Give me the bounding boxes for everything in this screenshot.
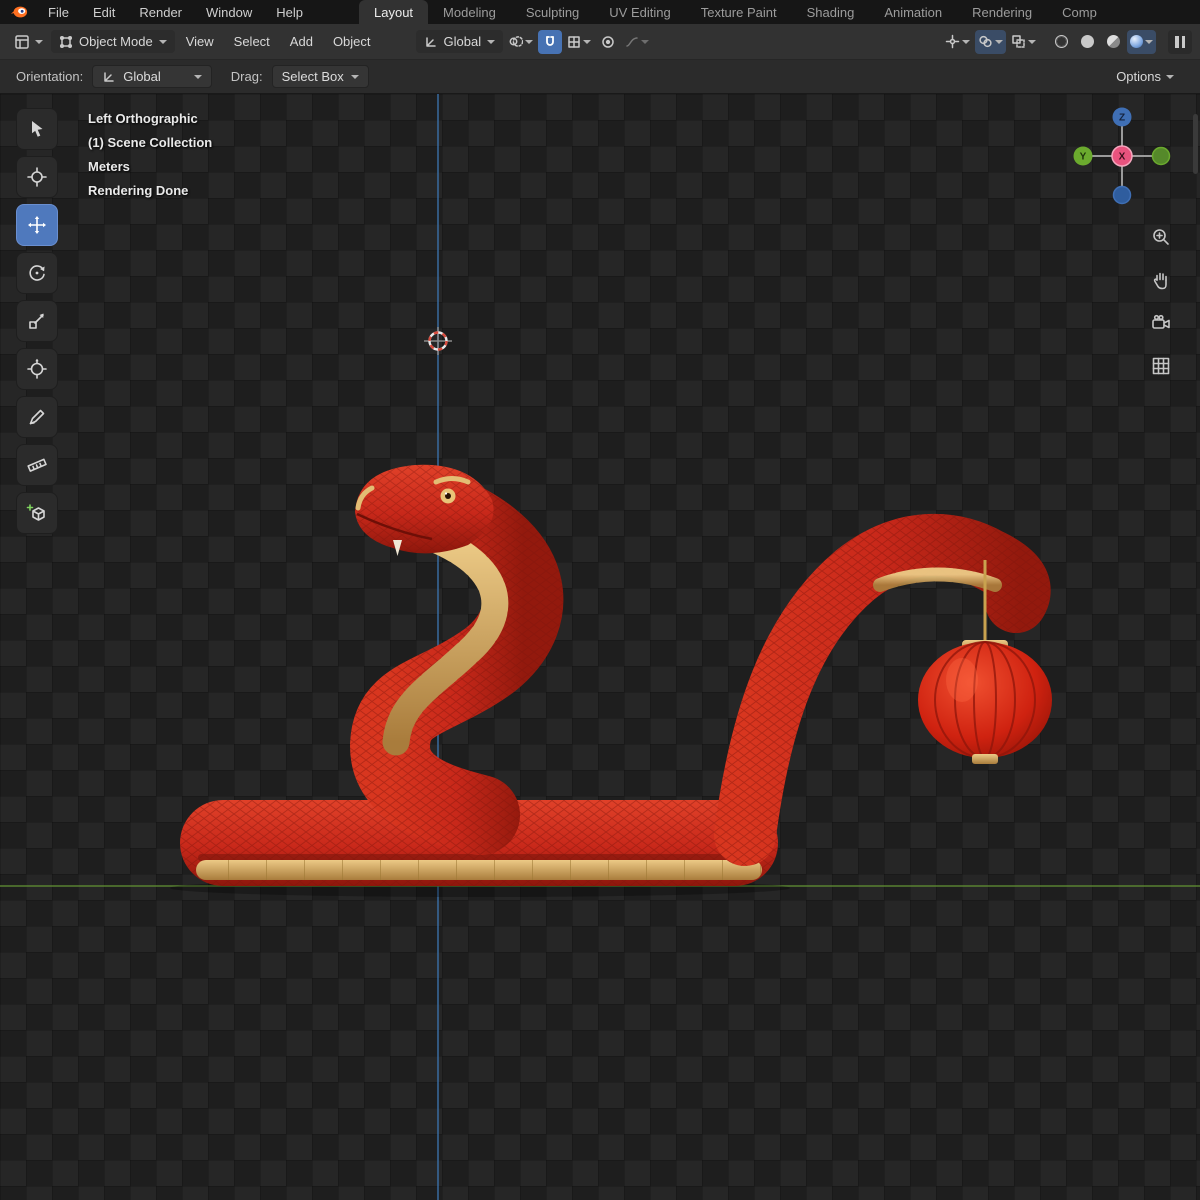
cursor-3d [424, 327, 452, 355]
chevron-down-icon [158, 39, 167, 44]
orientation-settings-value: Global [123, 69, 161, 84]
drag-mode-value: Select Box [281, 69, 344, 84]
menu-edit[interactable]: Edit [81, 0, 127, 24]
view-name-label: Left Orthographic [88, 111, 198, 126]
toggle-ortho-grid-button[interactable] [1146, 351, 1176, 381]
options-label: Options [1116, 69, 1161, 84]
workspace-tabs: Layout Modeling Sculpting UV Editing Tex… [359, 0, 1112, 24]
options-dropdown[interactable]: Options [1110, 65, 1180, 88]
mode-label: Object Mode [79, 34, 153, 49]
snap-toggle[interactable] [538, 29, 563, 54]
menu-select[interactable]: Select [225, 30, 279, 53]
show-overlays-dropdown[interactable] [975, 29, 1006, 54]
editor-type-dropdown[interactable] [8, 30, 49, 54]
topbar: File Edit Render Window Help Layout Mode… [0, 0, 1200, 24]
chevron-down-icon [35, 39, 43, 44]
menu-help[interactable]: Help [264, 0, 315, 24]
tab-layout[interactable]: Layout [359, 0, 429, 24]
tab-modeling[interactable]: Modeling [428, 0, 511, 24]
viewport-header: Object Mode View Select Add Object Globa… [0, 24, 1200, 60]
tab-texture-paint[interactable]: Texture Paint [686, 0, 792, 24]
viewport-overlay-text: Left Orthographic (1) Scene Collection M… [88, 107, 212, 203]
shading-material-button[interactable] [1101, 30, 1125, 54]
xray-toggle-dropdown[interactable] [1008, 30, 1039, 54]
shading-solid-button[interactable] [1075, 30, 1099, 54]
shading-rendered-button[interactable] [1127, 29, 1156, 54]
chevron-down-icon [995, 39, 1003, 44]
menu-add[interactable]: Add [281, 30, 322, 53]
toolbar-left [16, 108, 58, 534]
zoom-button[interactable] [1146, 222, 1176, 252]
tool-annotate[interactable] [16, 396, 58, 438]
tool-measure[interactable] [16, 444, 58, 486]
chevron-down-icon [193, 74, 202, 79]
menu-object[interactable]: Object [324, 30, 380, 53]
navigation-gizmo[interactable]: Z Y X [1072, 106, 1172, 209]
svg-text:Y: Y [1080, 152, 1087, 163]
gizmo-axis-neg-z [1112, 185, 1132, 205]
orientation-settings-dropdown[interactable]: Global [92, 65, 212, 88]
menu-window[interactable]: Window [194, 0, 264, 24]
mode-dropdown[interactable]: Object Mode [51, 30, 175, 53]
tool-transform[interactable] [16, 348, 58, 390]
menu-render[interactable]: Render [127, 0, 194, 24]
proportional-falloff-dropdown[interactable] [622, 30, 652, 54]
chevron-down-icon [641, 39, 650, 44]
tool-select-box[interactable] [16, 108, 58, 150]
show-gizmo-dropdown[interactable] [942, 30, 973, 54]
snap-settings-dropdown[interactable] [564, 30, 594, 54]
menu-view[interactable]: View [177, 30, 223, 53]
menu-file[interactable]: File [36, 0, 81, 24]
transform-orientation-dropdown[interactable]: Global [415, 30, 504, 53]
tool-cursor[interactable] [16, 156, 58, 198]
chevron-down-icon [487, 39, 496, 44]
render-status-label: Rendering Done [88, 183, 189, 198]
viewport-nav-buttons [1146, 222, 1176, 381]
svg-text:Z: Z [1119, 113, 1125, 124]
chevron-down-icon [525, 39, 534, 44]
pivot-point-dropdown[interactable] [505, 30, 536, 54]
tab-sculpting[interactable]: Sculpting [511, 0, 594, 24]
drag-mode-dropdown[interactable]: Select Box [271, 65, 369, 88]
orientation-label: Global [443, 34, 482, 49]
chevron-down-icon [583, 39, 592, 44]
camera-view-button[interactable] [1146, 308, 1176, 338]
chevron-down-icon [1166, 74, 1174, 79]
tool-rotate[interactable] [16, 252, 58, 294]
orientation-settings-label: Orientation: [16, 69, 84, 84]
tool-scale[interactable] [16, 300, 58, 342]
units-label: Meters [88, 159, 130, 174]
pause-icon [1175, 35, 1185, 48]
chevron-down-icon [350, 74, 359, 79]
drag-label: Drag: [230, 69, 263, 84]
chevron-down-icon [1028, 39, 1036, 44]
proportional-editing-toggle[interactable] [596, 30, 620, 54]
tool-add-cube[interactable] [16, 492, 58, 534]
viewport-3d[interactable]: Left Orthographic (1) Scene Collection M… [0, 94, 1200, 1200]
pause-render-button[interactable] [1168, 29, 1192, 54]
gizmo-axis-neg-y [1151, 146, 1171, 166]
tab-shading[interactable]: Shading [792, 0, 870, 24]
snake-neck [350, 475, 564, 855]
tool-settings-bar: Orientation: Global Drag: Select Box Opt… [0, 60, 1200, 94]
collection-label: (1) Scene Collection [88, 135, 213, 150]
tab-rendering[interactable]: Rendering [957, 0, 1047, 24]
chevron-down-icon [962, 39, 970, 44]
viewport-scrollbar[interactable] [1193, 114, 1198, 174]
tool-move[interactable] [16, 204, 58, 246]
blender-logo-icon[interactable] [0, 0, 36, 24]
tab-uv-editing[interactable]: UV Editing [594, 0, 685, 24]
pan-hand-button[interactable] [1146, 265, 1176, 295]
svg-text:X: X [1119, 152, 1126, 163]
shading-wireframe-button[interactable] [1049, 30, 1073, 54]
tab-compositing[interactable]: Comp [1047, 0, 1112, 24]
rendered-scene [0, 94, 1200, 1200]
tab-animation[interactable]: Animation [869, 0, 957, 24]
chevron-down-icon [1145, 39, 1153, 44]
